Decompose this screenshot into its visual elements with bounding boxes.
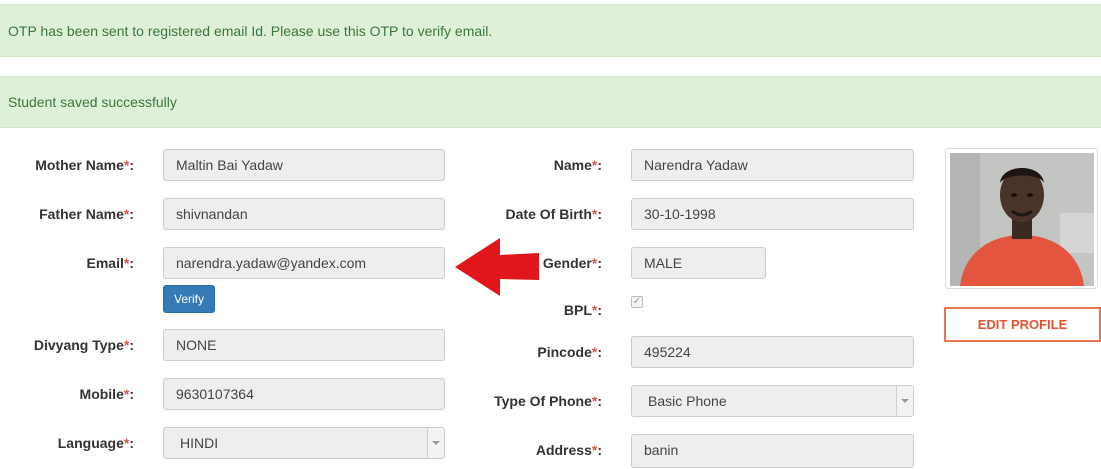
language-select[interactable]: HINDI	[163, 427, 445, 459]
otp-sent-alert-text: OTP has been sent to registered email Id…	[8, 22, 493, 39]
mobile-label: Mobile*:	[79, 386, 134, 402]
mobile-input[interactable]: 9630107364	[163, 378, 445, 410]
chevron-down-icon	[896, 386, 913, 416]
language-label: Language*:	[57, 435, 134, 451]
student-saved-alert: Student saved successfully	[0, 76, 1101, 128]
person-silhouette-icon	[950, 153, 1094, 286]
gender-input[interactable]: MALE	[631, 247, 766, 279]
name-label: Name*:	[553, 157, 602, 173]
edit-profile-button[interactable]: EDIT PROFILE	[944, 307, 1101, 342]
divyang-type-label: Divyang Type*:	[33, 337, 134, 353]
otp-sent-alert: OTP has been sent to registered email Id…	[0, 4, 1101, 57]
bpl-checkbox[interactable]: ✓	[631, 296, 643, 308]
red-arrow-icon	[455, 238, 539, 296]
father-name-input[interactable]: shivnandan	[163, 198, 445, 230]
bpl-label: BPL*:	[563, 302, 602, 318]
address-label: Address*:	[535, 442, 602, 458]
divyang-type-input[interactable]: NONE	[163, 329, 445, 361]
chevron-down-icon	[427, 428, 444, 458]
email-label: Email*:	[86, 255, 134, 271]
phone-type-select[interactable]: Basic Phone	[631, 385, 914, 417]
pincode-label: Pincode*:	[537, 344, 602, 360]
email-input[interactable]: narendra.yadaw@yandex.com	[163, 247, 445, 279]
profile-photo	[950, 153, 1094, 286]
pincode-input[interactable]: 495224	[631, 336, 914, 368]
father-name-label: Father Name*:	[39, 206, 134, 222]
address-input[interactable]: banin	[631, 434, 914, 468]
dob-input[interactable]: 30-10-1998	[631, 198, 914, 230]
profile-photo-frame	[945, 148, 1098, 289]
mother-name-input[interactable]: Maltin Bai Yadaw	[163, 149, 445, 181]
verify-button[interactable]: Verify	[163, 285, 215, 313]
checkmark-icon: ✓	[632, 296, 642, 307]
phone-type-label: Type Of Phone*:	[494, 393, 602, 409]
name-input[interactable]: Narendra Yadaw	[631, 149, 914, 181]
dob-label: Date Of Birth*:	[505, 206, 602, 222]
student-saved-alert-text: Student saved successfully	[8, 94, 177, 110]
mother-name-label: Mother Name*:	[35, 157, 134, 173]
gender-label: Gender*:	[542, 255, 602, 271]
